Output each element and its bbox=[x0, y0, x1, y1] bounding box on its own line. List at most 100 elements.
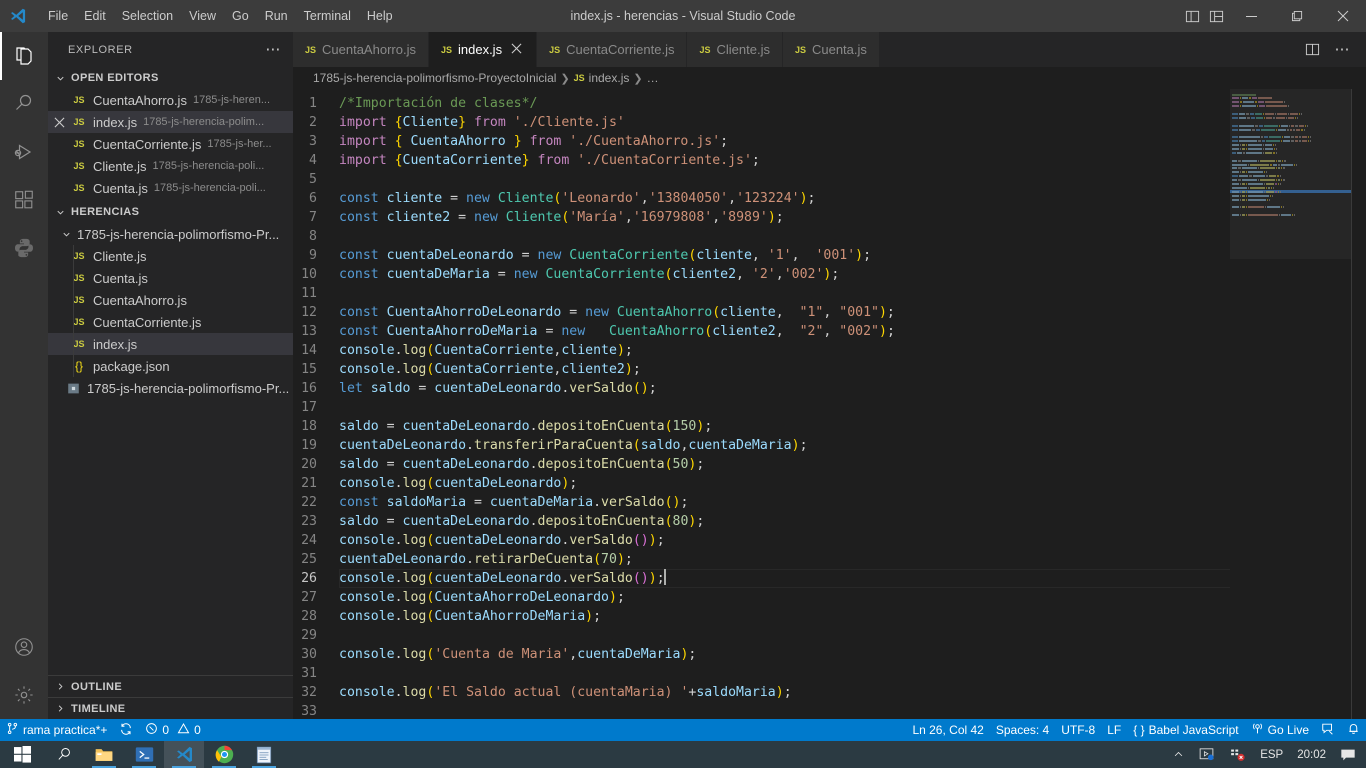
code-line[interactable]: 17 bbox=[293, 398, 1366, 417]
network-error-icon[interactable] bbox=[1223, 741, 1252, 768]
code-line[interactable]: 26 console.log(cuentaDeLeonardo.verSaldo(… bbox=[293, 569, 1366, 588]
activitybar-extensions[interactable] bbox=[0, 176, 48, 224]
file-cliente-js[interactable]: JS Cliente.js bbox=[48, 245, 293, 267]
taskbar-file-explorer[interactable] bbox=[84, 741, 124, 768]
status-branch[interactable]: rama practica*+ bbox=[0, 719, 113, 741]
open-editor-cuentacorriente[interactable]: JS CuentaCorriente.js 1785-js-her... bbox=[48, 133, 293, 155]
code-line[interactable]: 18 saldo = cuentaDeLeonardo.depositoEnCue… bbox=[293, 417, 1366, 436]
menu-view[interactable]: View bbox=[181, 0, 224, 32]
code-line[interactable]: 27 console.log(CuentaAhorroDeLeonardo); bbox=[293, 588, 1366, 607]
tab-cuenta-js[interactable]: JS Cuenta.js bbox=[782, 32, 880, 67]
section-herencias[interactable]: HERENCIAS bbox=[48, 201, 293, 223]
menu-file[interactable]: File bbox=[40, 0, 76, 32]
code-line[interactable]: 8 bbox=[293, 227, 1366, 246]
menu-run[interactable]: Run bbox=[257, 0, 296, 32]
code-text[interactable]: cuentaDeLeonardo.transferirParaCuenta(sa… bbox=[339, 436, 1366, 455]
close-icon[interactable] bbox=[48, 139, 70, 150]
code-line[interactable]: 19 cuentaDeLeonardo.transferirParaCuenta(… bbox=[293, 436, 1366, 455]
open-editor-index[interactable]: JS index.js 1785-js-herencia-polim... bbox=[48, 111, 293, 133]
code-text[interactable]: const cuentaDeLeonardo = new CuentaCorri… bbox=[339, 246, 1366, 265]
code-text[interactable]: /*Importación de clases*/ bbox=[339, 94, 1366, 113]
editor-more-actions-icon[interactable]: ⋯ bbox=[1328, 32, 1356, 67]
status-language-mode[interactable]: { } Babel JavaScript bbox=[1127, 719, 1244, 741]
status-encoding[interactable]: UTF-8 bbox=[1055, 719, 1101, 741]
code-text[interactable]: console.log(CuentaAhorroDeLeonardo); bbox=[339, 588, 1366, 607]
code-line[interactable]: 9 const cuentaDeLeonardo = new CuentaCorr… bbox=[293, 246, 1366, 265]
menu-bar[interactable]: File Edit Selection View Go Run Terminal… bbox=[40, 0, 401, 32]
status-sync[interactable] bbox=[113, 719, 139, 741]
code-text[interactable]: console.log(cuentaDeLeonardo.verSaldo())… bbox=[339, 569, 1366, 588]
code-text[interactable]: console.log('Cuenta de Maria',cuentaDeMa… bbox=[339, 645, 1366, 664]
code-line[interactable]: 14 console.log(CuentaCorriente,cliente); bbox=[293, 341, 1366, 360]
file-cuentaahorro-js[interactable]: JS CuentaAhorro.js bbox=[48, 289, 293, 311]
code-text[interactable]: import { CuentaAhorro } from './CuentaAh… bbox=[339, 132, 1366, 151]
code-line[interactable]: 24 console.log(cuentaDeLeonardo.verSaldo(… bbox=[293, 531, 1366, 550]
code-line[interactable]: 2 import {Cliente} from './Cliente.js' bbox=[293, 113, 1366, 132]
close-icon[interactable] bbox=[48, 183, 70, 194]
action-center-icon[interactable] bbox=[1334, 741, 1362, 768]
split-editor-right-icon[interactable] bbox=[1298, 32, 1326, 67]
file-cuenta-js[interactable]: JS Cuenta.js bbox=[48, 267, 293, 289]
code-line[interactable]: 30 console.log('Cuenta de Maria',cuentaDe… bbox=[293, 645, 1366, 664]
taskbar-google-chrome[interactable] bbox=[204, 741, 244, 768]
code-text[interactable]: console.log(CuentaCorriente,cliente2); bbox=[339, 360, 1366, 379]
code-line[interactable]: 6 const cliente = new Cliente('Leonardo',… bbox=[293, 189, 1366, 208]
panel-outline[interactable]: OUTLINE bbox=[48, 675, 293, 697]
menu-help[interactable]: Help bbox=[359, 0, 401, 32]
code-line[interactable]: 11 bbox=[293, 284, 1366, 303]
code-text[interactable]: cuentaDeLeonardo.retirarDeCuenta(70); bbox=[339, 550, 1366, 569]
code-line[interactable]: 25 cuentaDeLeonardo.retirarDeCuenta(70); bbox=[293, 550, 1366, 569]
code-line[interactable]: 28 console.log(CuentaAhorroDeMaria); bbox=[293, 607, 1366, 626]
file-cuentacorriente-js[interactable]: JS CuentaCorriente.js bbox=[48, 311, 293, 333]
code-line[interactable]: 1 /*Importación de clases*/ bbox=[293, 94, 1366, 113]
code-lines[interactable]: 1 /*Importación de clases*/ 2 import {Clien… bbox=[293, 94, 1366, 719]
close-icon[interactable] bbox=[48, 117, 70, 128]
file-package-json[interactable]: {} package.json bbox=[48, 355, 293, 377]
activitybar-python[interactable] bbox=[0, 224, 48, 272]
code-line[interactable]: 7 const cliente2 = new Cliente('María','1… bbox=[293, 208, 1366, 227]
close-icon[interactable] bbox=[48, 95, 70, 106]
taskbar-search-icon[interactable] bbox=[44, 741, 84, 768]
code-line[interactable]: 16 let saldo = cuentaDeLeonardo.verSaldo(… bbox=[293, 379, 1366, 398]
taskbar-powershell[interactable] bbox=[124, 741, 164, 768]
code-line[interactable]: 15 console.log(CuentaCorriente,cliente2); bbox=[293, 360, 1366, 379]
language-indicator[interactable]: ESP bbox=[1254, 741, 1289, 768]
tab-close-icon[interactable] bbox=[508, 42, 524, 57]
code-line[interactable]: 20 saldo = cuentaDeLeonardo.depositoEnCue… bbox=[293, 455, 1366, 474]
code-line[interactable]: 5 bbox=[293, 170, 1366, 189]
menu-edit[interactable]: Edit bbox=[76, 0, 114, 32]
open-editor-cliente[interactable]: JS Cliente.js 1785-js-herencia-poli... bbox=[48, 155, 293, 177]
activitybar-manage-gear-icon[interactable] bbox=[0, 671, 48, 719]
code-text[interactable]: import {CuentaCorriente} from './CuentaC… bbox=[339, 151, 1366, 170]
clock[interactable]: 20:02 bbox=[1291, 749, 1332, 761]
panel-timeline[interactable]: TIMELINE bbox=[48, 697, 293, 719]
customize-layout-icon[interactable] bbox=[1204, 0, 1228, 32]
file-index-js[interactable]: JS index.js bbox=[48, 333, 293, 355]
breadcrumb-symbol[interactable]: … bbox=[647, 71, 659, 85]
folder-project[interactable]: 1785-js-herencia-polimorfismo-Pr... bbox=[48, 223, 293, 245]
code-line[interactable]: 33 bbox=[293, 702, 1366, 719]
status-cursor-position[interactable]: Ln 26, Col 42 bbox=[906, 719, 989, 741]
code-text[interactable]: console.log(cuentaDeLeonardo); bbox=[339, 474, 1366, 493]
code-text[interactable]: const saldoMaria = cuentaDeMaria.verSald… bbox=[339, 493, 1366, 512]
split-editor-icon[interactable] bbox=[1180, 0, 1204, 32]
activitybar-accounts[interactable] bbox=[0, 623, 48, 671]
tab-cuentacorriente-js[interactable]: JS CuentaCorriente.js bbox=[537, 32, 688, 67]
status-notifications[interactable] bbox=[1341, 719, 1366, 741]
section-open-editors[interactable]: OPEN EDITORS bbox=[48, 67, 293, 89]
menu-terminal[interactable]: Terminal bbox=[296, 0, 359, 32]
code-text[interactable]: console.log(CuentaCorriente,cliente); bbox=[339, 341, 1366, 360]
close-button[interactable] bbox=[1320, 0, 1366, 32]
code-line[interactable]: 32 console.log('El Saldo actual (cuentaMa… bbox=[293, 683, 1366, 702]
file-archive[interactable]: 1785-js-herencia-polimorfismo-Pr... bbox=[48, 377, 293, 399]
code-text[interactable]: const CuentaAhorroDeLeonardo = new Cuent… bbox=[339, 303, 1366, 322]
code-line[interactable]: 3 import { CuentaAhorro } from './CuentaA… bbox=[293, 132, 1366, 151]
taskbar-word-document[interactable] bbox=[244, 741, 284, 768]
status-indentation[interactable]: Spaces: 4 bbox=[990, 719, 1055, 741]
status-problems[interactable]: 0 0 bbox=[139, 719, 206, 741]
sidebar-more-actions-icon[interactable]: ⋯ bbox=[265, 42, 285, 57]
breadcrumb-folder[interactable]: 1785-js-herencia-polimorfismo-ProyectoIn… bbox=[313, 71, 556, 85]
code-text[interactable]: saldo = cuentaDeLeonardo.depositoEnCuent… bbox=[339, 455, 1366, 474]
minimap[interactable] bbox=[1230, 89, 1352, 719]
code-text[interactable]: console.log('El Saldo actual (cuentaMari… bbox=[339, 683, 1366, 702]
